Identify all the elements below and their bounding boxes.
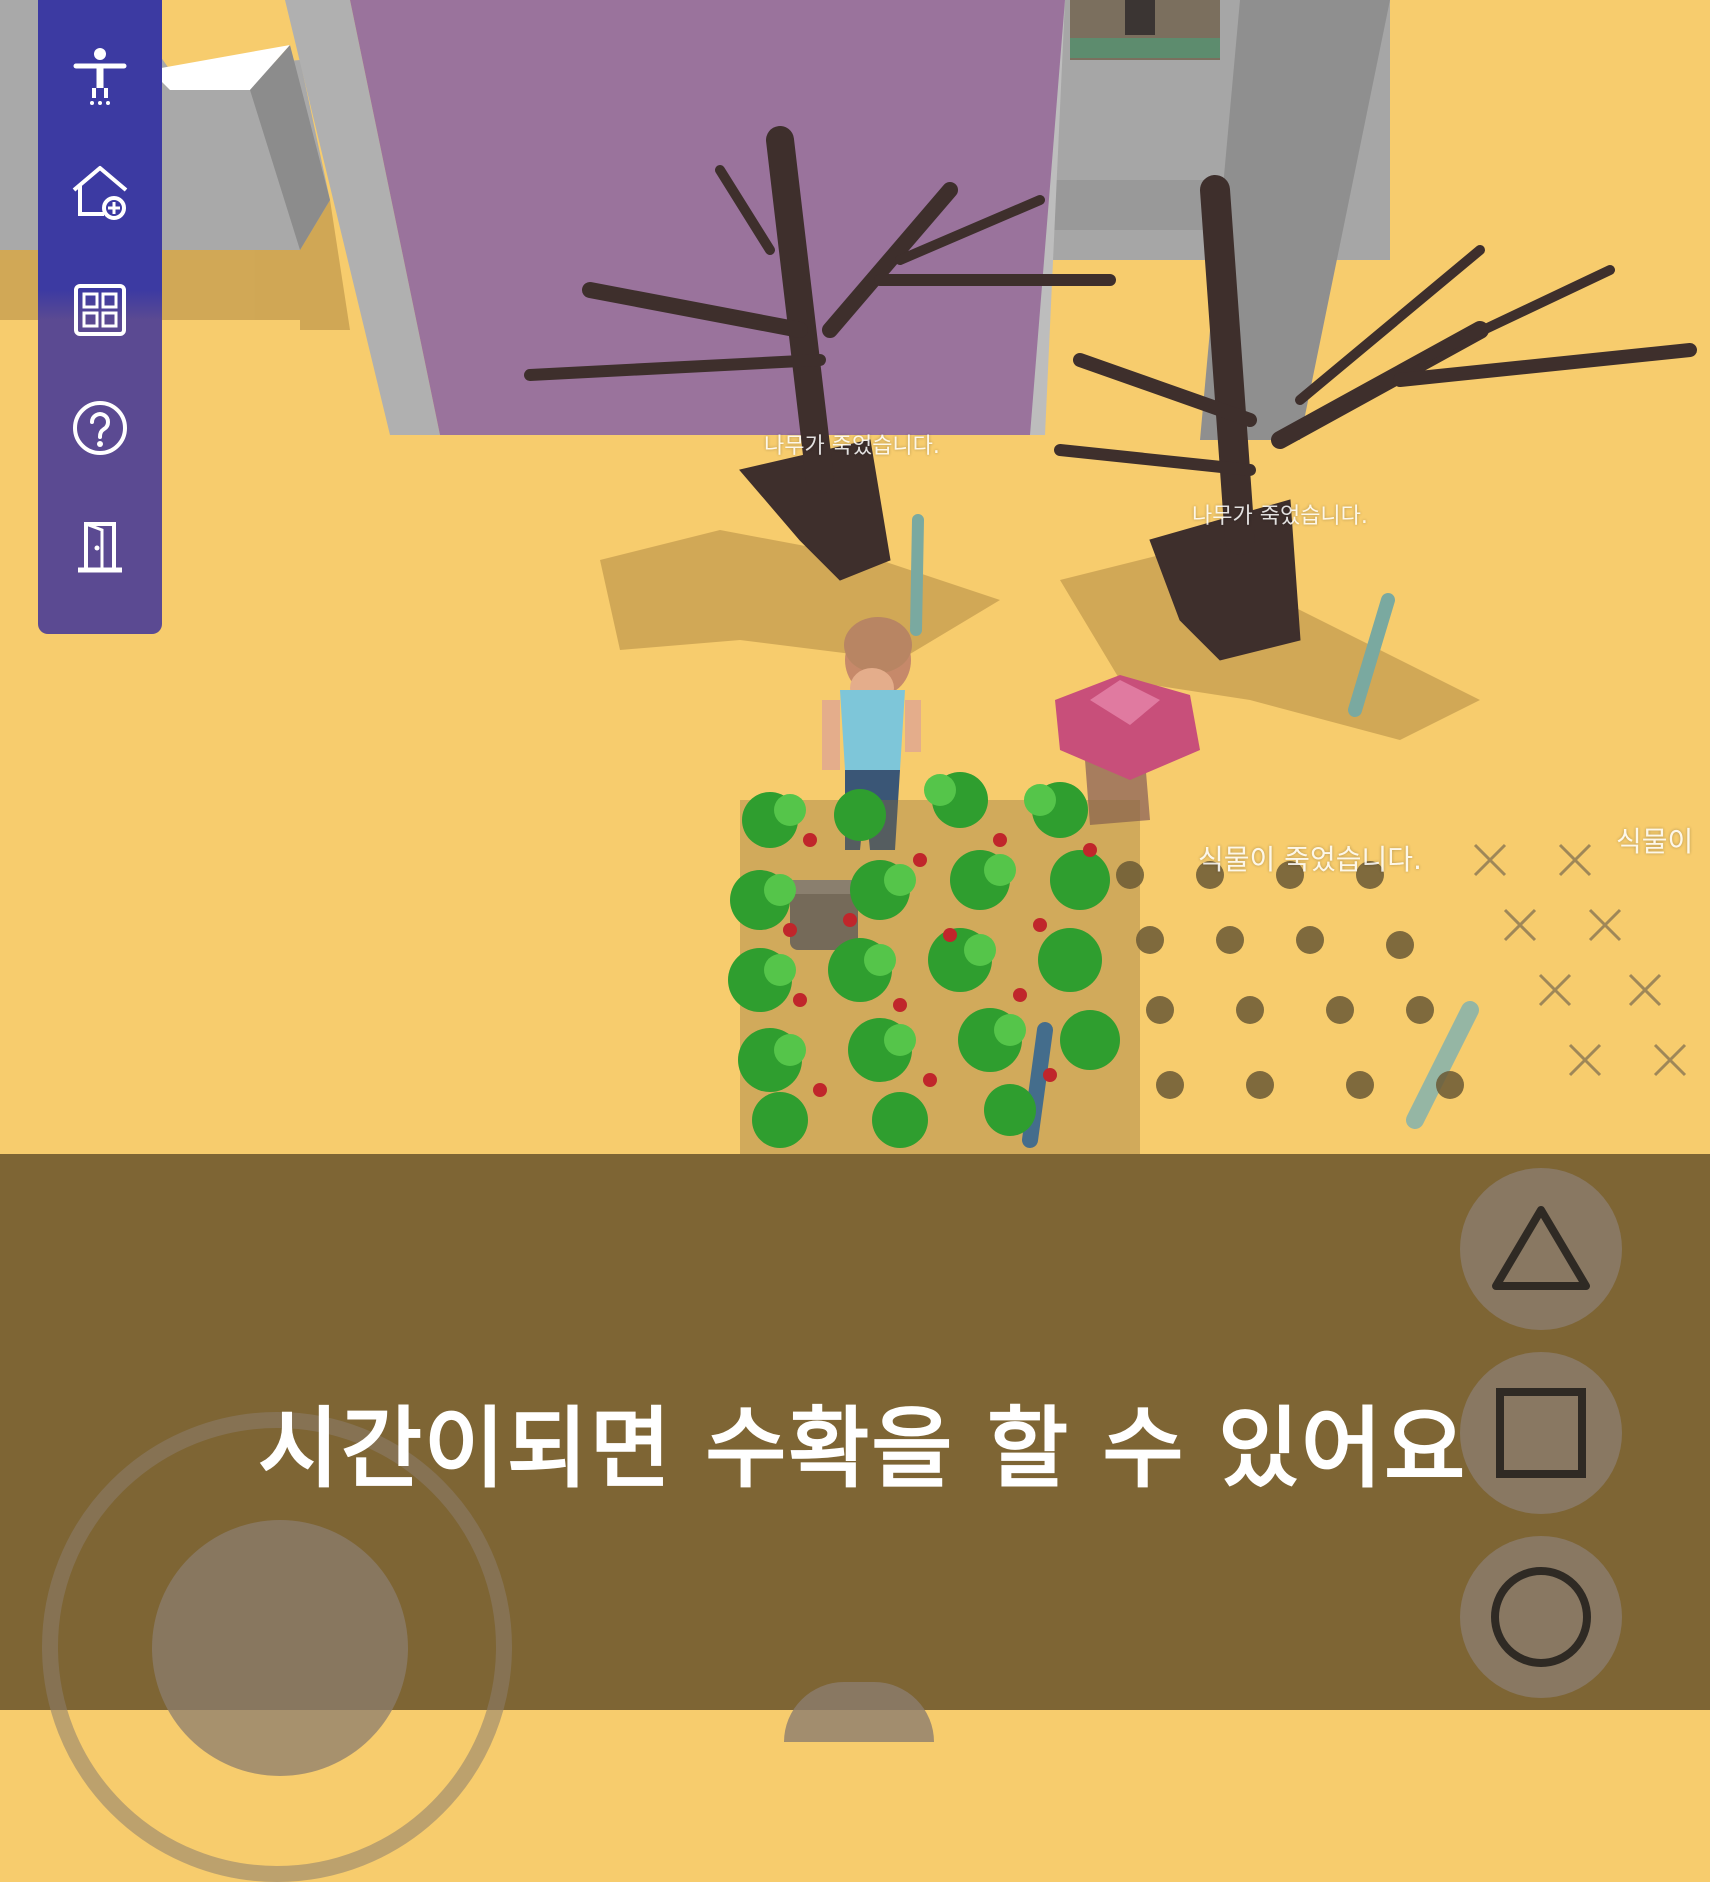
home-button[interactable]: [60, 152, 140, 232]
tree-status-label: 나무가 죽었습니다.: [764, 434, 940, 459]
sidebar-menu: [38, 0, 162, 634]
square-button[interactable]: [1460, 1352, 1622, 1514]
exit-door-icon: [78, 522, 122, 573]
help-icon: [73, 401, 127, 455]
avatar-icon: [73, 48, 127, 105]
triangle-icon: [1492, 1206, 1590, 1290]
circle-icon: [1491, 1567, 1591, 1667]
tree-status-label: 나무가 죽었습니다.: [1192, 504, 1368, 529]
triangle-button[interactable]: [1460, 1168, 1622, 1330]
plant-status-label: 식물이: [1616, 825, 1694, 858]
menu-grid-button[interactable]: [60, 270, 140, 350]
plant-status-label: 식물이 죽었습니다.: [1198, 843, 1422, 876]
joystick-knob[interactable]: [152, 1520, 408, 1776]
tutorial-caption: 시간이되면 수확을 할 수 있어요: [258, 1397, 1468, 1500]
exit-button[interactable]: [60, 506, 140, 586]
avatar-button[interactable]: [60, 34, 140, 114]
home-icon: [72, 166, 128, 220]
circle-button[interactable]: [1460, 1536, 1622, 1698]
help-button[interactable]: [60, 388, 140, 468]
grid-menu-icon: [74, 284, 126, 336]
square-icon: [1496, 1388, 1586, 1478]
